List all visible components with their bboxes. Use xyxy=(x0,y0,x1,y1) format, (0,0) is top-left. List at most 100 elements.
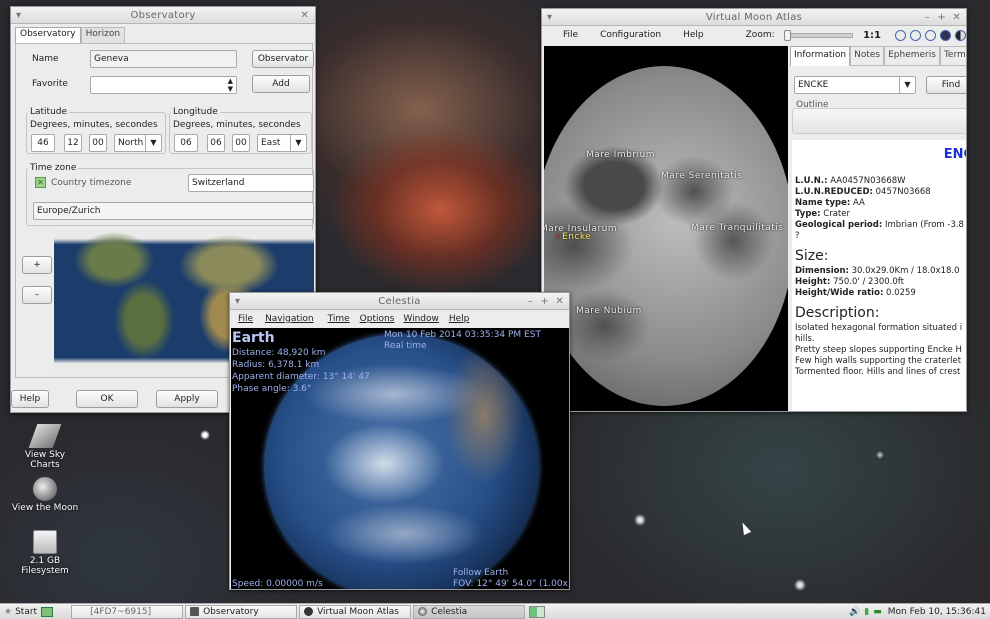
info-lun-reduced: L.U.N.REDUCED: 0457N03668 xyxy=(795,187,931,197)
libration-icon[interactable] xyxy=(955,29,966,41)
celestia-view[interactable]: Earth Distance: 48,920 km Radius: 6,378.… xyxy=(231,328,569,589)
label-encke: +Encke xyxy=(554,232,591,242)
moon-titlebar[interactable]: ▾ Virtual Moon Atlas – + ✕ xyxy=(542,9,966,26)
timezone-legend: Time zone xyxy=(28,163,79,173)
menu-file[interactable]: File xyxy=(238,314,253,324)
flip-horizontal-icon[interactable] xyxy=(910,29,921,41)
menu-configuration[interactable]: Configuration xyxy=(600,30,661,40)
longitude-legend: Longitude xyxy=(171,107,220,117)
close-icon[interactable]: ✕ xyxy=(952,9,961,26)
menu-file[interactable]: File xyxy=(563,30,578,40)
favorite-combo[interactable]: ▲ ▼ xyxy=(90,76,237,94)
menu-help[interactable]: Help xyxy=(683,30,704,40)
menu-help[interactable]: Help xyxy=(449,314,470,324)
longitude-hint: Degrees, minutes, secondes xyxy=(173,120,301,130)
globe-grid-icon[interactable] xyxy=(895,29,906,41)
network-icon[interactable]: ▮ xyxy=(864,607,869,617)
help-button[interactable]: Help xyxy=(11,390,49,408)
zoom-out-button[interactable]: – xyxy=(22,286,52,304)
longitude-hemisphere-value: East xyxy=(261,138,281,148)
menu-time[interactable]: Time xyxy=(328,314,350,324)
zoom-slider[interactable] xyxy=(783,29,854,41)
close-icon[interactable]: ✕ xyxy=(300,7,309,24)
celestia-titlebar[interactable]: ▾ Celestia – + ✕ xyxy=(230,293,569,310)
timezone-field[interactable]: Europe/Zurich xyxy=(33,202,314,220)
latitude-minutes[interactable]: 12 xyxy=(64,134,82,152)
favorite-label: Favorite xyxy=(32,79,68,89)
taskbar: ★ Start [4FD7~6915] Observatory Virtual … xyxy=(0,603,990,619)
battery-icon[interactable]: ▬ xyxy=(873,607,882,617)
minimize-icon[interactable]: – xyxy=(925,9,930,26)
tab-horizon[interactable]: Horizon xyxy=(80,27,126,43)
window-menu-icon[interactable]: ▾ xyxy=(16,7,21,24)
task-celestia[interactable]: Celestia xyxy=(413,604,526,619)
moon-side-panel: Information Notes Ephemeris Termi ENCKE … xyxy=(790,46,966,411)
apply-button[interactable]: Apply xyxy=(156,390,218,408)
chevron-down-icon: ▼ xyxy=(899,77,915,93)
minimize-icon[interactable]: – xyxy=(528,293,533,310)
moon-phase-icon[interactable] xyxy=(940,29,951,41)
spin-arrows-icon: ▲ ▼ xyxy=(227,77,233,93)
tab-observatory[interactable]: Observatory xyxy=(15,27,81,43)
desktop-icon-sky-charts[interactable]: View Sky Charts xyxy=(10,424,80,470)
tab-information[interactable]: Information xyxy=(790,46,851,66)
country-field[interactable]: Switzerland xyxy=(188,174,314,192)
longitude-minutes[interactable]: 06 xyxy=(207,134,225,152)
task-label: [4FD7~6915] xyxy=(90,606,152,617)
window-menu-icon[interactable]: ▾ xyxy=(547,9,552,26)
desktop-icon-view-moon[interactable]: View the Moon xyxy=(10,477,80,513)
tab-ephemeris[interactable]: Ephemeris xyxy=(884,46,940,66)
clock[interactable]: Mon Feb 10, 15:36:41 xyxy=(888,607,986,617)
description-line: hills. xyxy=(795,334,815,344)
find-button[interactable]: Find xyxy=(926,76,966,94)
add-button[interactable]: Add xyxy=(252,75,310,93)
task-label: Observatory xyxy=(203,606,259,617)
ok-button[interactable]: OK xyxy=(76,390,138,408)
star-icon: ★ xyxy=(4,606,13,617)
description-line: Tormented floor. Hills and lines of cres… xyxy=(795,367,961,377)
start-button[interactable]: ★ Start xyxy=(0,605,41,619)
menu-options[interactable]: Options xyxy=(360,314,395,324)
zoom-in-button[interactable]: + xyxy=(22,256,52,274)
speed-readout: Speed: 0.00000 m/s xyxy=(232,579,323,589)
formation-search[interactable]: ENCKE ▼ xyxy=(794,76,916,94)
drive-icon xyxy=(33,530,57,554)
task-observatory[interactable]: Observatory xyxy=(185,604,298,619)
size-heading: Size: xyxy=(795,248,829,264)
celestia-icon xyxy=(418,607,428,616)
close-icon[interactable]: ✕ xyxy=(555,293,564,310)
show-desktop-icon[interactable] xyxy=(41,606,54,617)
tab-notes[interactable]: Notes xyxy=(850,46,885,66)
task-4fd7[interactable]: [4FD7~6915] xyxy=(71,604,184,619)
workspace-switcher[interactable] xyxy=(529,605,546,618)
outline-slider[interactable] xyxy=(792,108,966,134)
latitude-degrees[interactable]: 46 xyxy=(31,134,55,152)
latitude-hemisphere[interactable]: North ▼ xyxy=(114,134,162,152)
chevron-down-icon: ▼ xyxy=(145,135,161,151)
celestia-window: ▾ Celestia – + ✕ File Navigation Time Op… xyxy=(229,292,570,590)
menu-navigation[interactable]: Navigation xyxy=(265,314,314,324)
maximize-icon[interactable]: + xyxy=(937,9,946,26)
info-tabs: Information Notes Ephemeris Termi xyxy=(790,46,966,66)
apparent-diameter-readout: Apparent diameter: 13° 14' 47 xyxy=(232,372,370,382)
name-field[interactable]: Geneva xyxy=(90,50,237,68)
menu-window[interactable]: Window xyxy=(403,314,439,324)
longitude-hemisphere[interactable]: East ▼ xyxy=(257,134,307,152)
task-moon-atlas[interactable]: Virtual Moon Atlas xyxy=(299,604,412,619)
maximize-icon[interactable]: + xyxy=(540,293,549,310)
observatory-button[interactable]: Observator xyxy=(252,50,314,68)
flip-vertical-icon[interactable] xyxy=(925,29,936,41)
volume-icon[interactable]: 🔊 xyxy=(849,607,860,617)
desktop-icon-filesystem[interactable]: 2.1 GB Filesystem xyxy=(10,530,80,576)
tab-terminator[interactable]: Termi xyxy=(939,46,966,66)
window-menu-icon[interactable]: ▾ xyxy=(235,293,240,310)
longitude-degrees[interactable]: 06 xyxy=(174,134,198,152)
latitude-seconds[interactable]: 00 xyxy=(89,134,107,152)
longitude-seconds[interactable]: 00 xyxy=(232,134,250,152)
zoom-slider-handle[interactable] xyxy=(783,29,791,41)
moon-view[interactable]: Mare Imbrium Mare Serenitatis Mare Insul… xyxy=(544,46,788,411)
observatory-titlebar[interactable]: ▾ Observatory ✕ xyxy=(11,7,315,24)
desktop-icon-label: View Sky Charts xyxy=(24,450,66,470)
country-timezone-checkbox[interactable]: ✕ xyxy=(35,177,46,188)
description-line: Few high walls supporting the craterlet xyxy=(795,356,962,366)
